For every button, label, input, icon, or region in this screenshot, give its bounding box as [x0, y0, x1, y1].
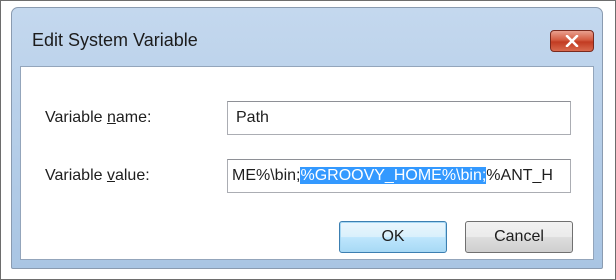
close-icon [565, 35, 579, 47]
access-key: v [106, 167, 115, 184]
variable-name-input[interactable]: Path [227, 101, 571, 135]
title-bar[interactable]: Edit System Variable [12, 8, 602, 66]
value-text-before: ME%\bin; [232, 167, 301, 184]
close-button[interactable] [550, 30, 594, 52]
value-text-after: %ANT_H [486, 167, 553, 184]
variable-value-input[interactable]: ME%\bin;%GROOVY_HOME%\bin;%ANT_H [227, 159, 571, 193]
cancel-button[interactable]: Cancel [465, 221, 573, 253]
variable-name-label: Variable name: [45, 109, 152, 126]
value-text-selected: %GROOVY_HOME%\bin; [300, 167, 487, 184]
dialog-body: Variable name: Path Variable value: ME%\… [20, 66, 594, 260]
screenshot-frame: Edit System Variable Variable name: Path… [0, 0, 616, 280]
ok-button[interactable]: OK [339, 221, 447, 253]
access-key: n [106, 109, 116, 126]
dialog-window: Edit System Variable Variable name: Path… [11, 7, 603, 269]
dialog-title: Edit System Variable [32, 30, 198, 50]
variable-value-label: Variable value: [45, 167, 150, 184]
